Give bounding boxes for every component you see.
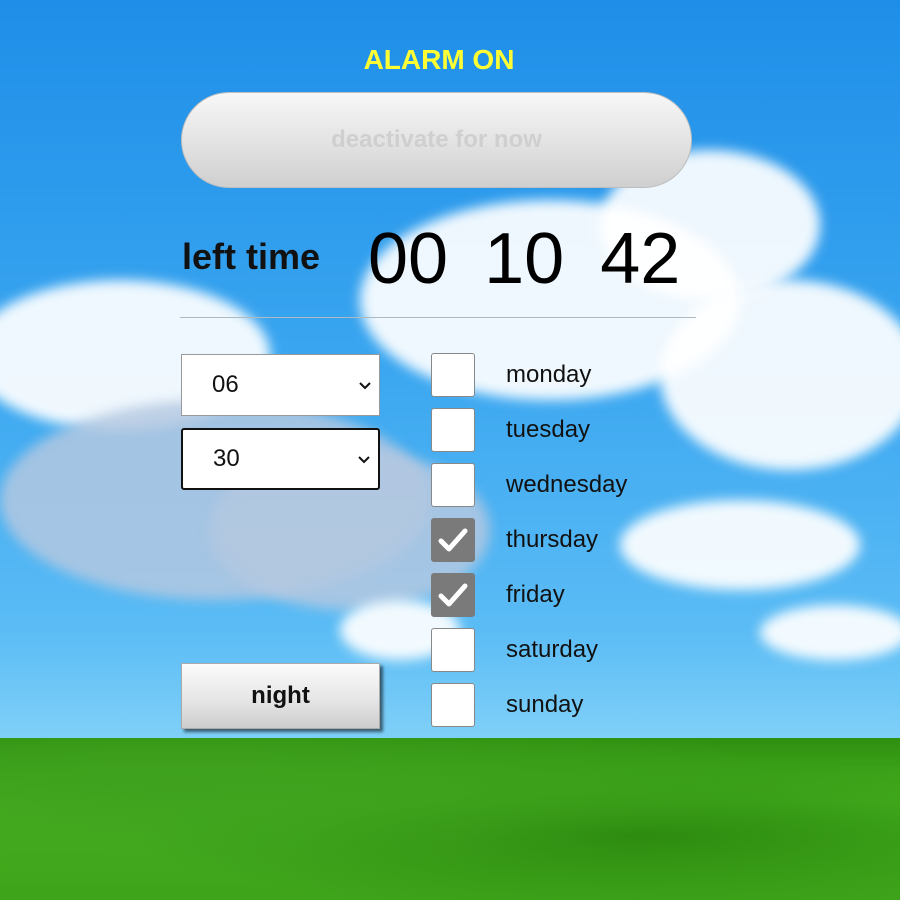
minute-select[interactable]: 30	[181, 428, 380, 490]
countdown-timer: 00 10 42	[368, 218, 681, 299]
day-label: monday	[506, 361, 592, 388]
day-row-wednesday[interactable]: wednesday	[431, 462, 627, 508]
day-row-sunday[interactable]: sunday	[431, 682, 583, 728]
day-label: friday	[506, 581, 565, 608]
hour-select-value: 06	[212, 371, 239, 398]
minute-select-value: 30	[213, 445, 240, 472]
countdown-minutes: 10	[484, 219, 565, 299]
day-row-friday[interactable]: friday	[431, 572, 565, 618]
day-checkbox-monday[interactable]	[431, 353, 475, 397]
day-checkbox-tuesday[interactable]	[431, 408, 475, 452]
countdown-hours: 00	[368, 219, 449, 299]
chevron-down-icon	[358, 451, 370, 467]
day-checkbox-saturday[interactable]	[431, 628, 475, 672]
day-label: sunday	[506, 691, 584, 718]
checkmark-icon	[438, 583, 468, 607]
day-checkbox-friday[interactable]	[431, 573, 475, 617]
countdown-seconds: 42	[600, 219, 681, 299]
checkmark-icon	[438, 528, 468, 552]
day-checkbox-wednesday[interactable]	[431, 463, 475, 507]
day-row-saturday[interactable]: saturday	[431, 627, 598, 673]
day-label: tuesday	[506, 416, 591, 443]
day-label: thursday	[506, 526, 599, 553]
day-label: saturday	[506, 636, 599, 663]
alarm-status: ALARM ON	[363, 44, 515, 75]
divider	[180, 317, 696, 318]
day-label: wednesday	[506, 471, 628, 498]
day-row-tuesday[interactable]: tuesday	[431, 407, 590, 453]
chevron-down-icon	[359, 377, 371, 393]
grass-field	[0, 738, 900, 900]
day-checkbox-sunday[interactable]	[431, 683, 475, 727]
day-row-monday[interactable]: monday	[431, 352, 591, 398]
night-mode-button[interactable]: night	[181, 663, 380, 729]
left-time-label: left time	[182, 236, 321, 277]
day-checkbox-thursday[interactable]	[431, 518, 475, 562]
hour-select[interactable]: 06	[181, 354, 380, 416]
deactivate-button[interactable]: deactivate for now	[181, 92, 692, 188]
day-row-thursday[interactable]: thursday	[431, 517, 598, 563]
